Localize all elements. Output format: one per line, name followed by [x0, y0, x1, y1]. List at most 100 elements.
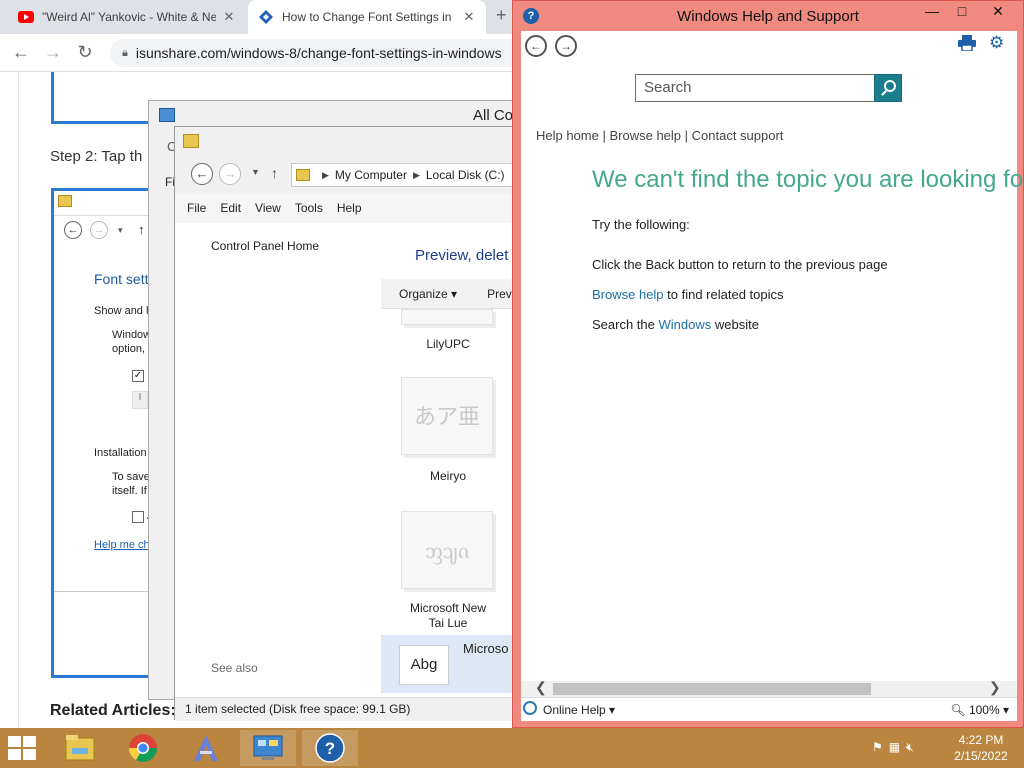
url-text: isunshare.com/windows-8/change-font-sett…	[135, 45, 502, 61]
font-item-new-tai-lue[interactable]: Microsoft New Tai Lue	[401, 601, 495, 631]
chrome-icon[interactable]	[115, 730, 171, 766]
font-preview-new-tai-lue[interactable]: ᦀᦻᦵ	[401, 511, 493, 589]
clock-time: 4:22 PM	[958, 733, 1004, 747]
scroll-left-icon[interactable]: ❮	[535, 679, 547, 696]
url-field[interactable]: 🔒︎ isunshare.com/windows-8/change-font-s…	[110, 39, 530, 67]
recent-dropdown-icon[interactable]: ▼	[251, 167, 260, 177]
control-panel-icon[interactable]	[240, 730, 296, 766]
help-links: Help home | Browse help | Contact suppor…	[536, 128, 784, 143]
clock[interactable]: 4:22 PM 2/15/2022	[946, 732, 1016, 764]
command-bar: Organize ▾ Prev	[381, 279, 519, 309]
back-icon[interactable]: ←	[10, 42, 32, 63]
breadcrumb[interactable]: ▶ My Computer ▶ Local Disk (C:)	[291, 163, 521, 187]
font-item-lilyupc[interactable]: LilyUPC	[401, 337, 495, 351]
back-button[interactable]: ←	[191, 163, 213, 185]
inner-button: I	[132, 391, 148, 409]
browse-help-link[interactable]: Browse help	[609, 128, 681, 143]
maximize-button[interactable]: □	[947, 3, 977, 25]
minimize-button[interactable]: —	[917, 3, 947, 25]
reload-icon[interactable]: ↻	[74, 42, 96, 63]
fonts-pane: Preview, delet Organize ▾ Prev LilyUPC あ…	[381, 223, 519, 697]
organize-button[interactable]: Organize ▾	[399, 287, 457, 301]
tab-title: How to Change Font Settings in	[282, 10, 452, 24]
file-explorer-icon[interactable]	[52, 730, 108, 766]
title-bar	[175, 127, 517, 157]
search-input[interactable]: Search	[635, 74, 875, 102]
fonts-folder-icon	[183, 134, 199, 148]
action-center-icon[interactable]: ⚑	[872, 740, 883, 755]
tab-youtube[interactable]: "Weird Al" Yankovic - White & Ne ✕	[8, 0, 246, 34]
selected-font-name: Microso	[463, 641, 509, 656]
forward-button[interactable]: →	[219, 163, 241, 185]
new-tab-icon[interactable]: +	[496, 5, 507, 26]
windows-website-link[interactable]: Windows	[659, 317, 712, 332]
close-button[interactable]: ✕	[983, 3, 1013, 25]
windows-logo-icon	[8, 736, 21, 747]
scroll-right-icon[interactable]: ❯	[989, 679, 1001, 696]
start-button[interactable]	[8, 736, 38, 760]
system-tray: ⚑ ▦ 🔇︎	[872, 740, 914, 755]
inner-text: Window	[112, 329, 152, 341]
font-app-icon[interactable]	[178, 730, 234, 766]
menu-view[interactable]: View	[255, 201, 281, 215]
volume-icon[interactable]: 🔇︎	[906, 740, 914, 755]
lock-icon: 🔒︎	[122, 46, 128, 59]
status-bar: Online Help ▾ 🔍︎ 100% ▾	[521, 697, 1017, 721]
breadcrumb-item[interactable]: My Computer	[335, 168, 407, 182]
print-icon[interactable]	[958, 35, 976, 56]
font-preview-selected: Abg	[399, 645, 449, 685]
breadcrumb-item[interactable]: Local Disk (C:)	[426, 168, 505, 182]
taskbar: ? ⚑ ▦ 🔇︎ 4:22 PM 2/15/2022	[0, 728, 1024, 768]
forward-button[interactable]: →	[555, 35, 577, 57]
horizontal-scrollbar[interactable]: ❮ ❯	[521, 679, 1017, 697]
inner-help-link: Help me ch	[94, 539, 150, 551]
navigation-bar: ← → ▼ ↑ ▶ My Computer ▶ Local Disk (C:)	[175, 157, 521, 193]
forward-icon[interactable]: →	[42, 42, 64, 63]
isunshare-icon	[258, 9, 274, 25]
gear-icon[interactable]: ⚙	[989, 33, 1004, 53]
help-icon[interactable]: ?	[302, 730, 358, 766]
font-preview-meiryo[interactable]: あア亜	[401, 377, 493, 455]
inner-text: To save	[112, 471, 150, 483]
close-tab-icon[interactable]: ✕	[462, 9, 476, 25]
search-button[interactable]	[874, 74, 902, 102]
page-heading: We can't find the topic you are looking …	[592, 166, 1024, 193]
inner-text: itself. If	[112, 485, 147, 497]
font-file-icon	[401, 309, 493, 325]
menu-edit[interactable]: Edit	[220, 201, 241, 215]
help-window[interactable]: ? Windows Help and Support — □ ✕ ← → ⚙ S…	[512, 0, 1024, 728]
clock-date: 2/15/2022	[954, 749, 1008, 763]
scroll-thumb[interactable]	[553, 683, 871, 695]
youtube-icon	[18, 9, 34, 25]
network-icon[interactable]: ▦	[889, 740, 900, 755]
window-title: All Co	[473, 107, 514, 124]
browse-help-link[interactable]: Browse help	[592, 287, 664, 302]
tab-isunshare[interactable]: How to Change Font Settings in ✕	[248, 0, 486, 34]
control-panel-icon	[159, 108, 175, 122]
menu-tools[interactable]: Tools	[295, 201, 323, 215]
chevron-right-icon: ▶	[322, 169, 329, 180]
zoom-control[interactable]: 🔍︎ 100% ▾	[950, 703, 1009, 717]
help-home-link[interactable]: Help home	[536, 128, 599, 143]
close-tab-icon[interactable]: ✕	[222, 9, 236, 25]
menu-bar: File Edit View Tools Help	[175, 193, 517, 223]
globe-icon	[523, 701, 537, 715]
menu-file[interactable]: File	[187, 201, 206, 215]
dropdown-icon: ▾	[118, 225, 123, 235]
control-panel-home-link[interactable]: Control Panel Home	[211, 239, 319, 253]
menu-help[interactable]: Help	[337, 201, 362, 215]
see-also-label: See also	[211, 661, 258, 675]
up-button[interactable]: ↑	[271, 165, 278, 181]
inner-show-label: Show and h	[94, 305, 153, 317]
pane-header: Preview, delet	[415, 247, 509, 264]
back-button[interactable]: ←	[525, 35, 547, 57]
fonts-folder-icon	[296, 169, 310, 181]
forward-icon: →	[90, 221, 108, 239]
online-help-dropdown[interactable]: Online Help ▾	[543, 703, 615, 717]
contact-support-link[interactable]: Contact support	[692, 128, 784, 143]
font-item-meiryo[interactable]: Meiryo	[401, 469, 495, 483]
preview-button[interactable]: Prev	[487, 287, 512, 301]
chevron-right-icon: ▶	[412, 169, 420, 180]
fonts-explorer-window[interactable]: ← → ▼ ↑ ▶ My Computer ▶ Local Disk (C:) …	[174, 126, 521, 721]
selected-font-item[interactable]: Abg Microso	[381, 635, 519, 693]
